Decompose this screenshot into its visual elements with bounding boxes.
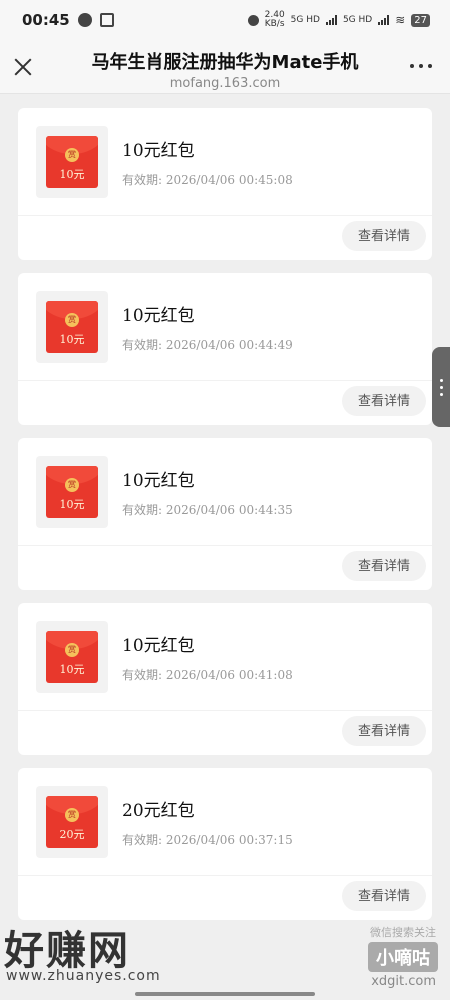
red-packet-card[interactable]: 赏 20元 20元红包有效期: 2026/04/06 00:37:15 查看详情 — [18, 768, 432, 920]
seal-icon: 赏 — [65, 148, 79, 162]
divider — [18, 710, 432, 711]
red-packet-thumbnail: 赏 10元 — [36, 621, 108, 693]
page-url: mofang.163.com — [169, 76, 281, 91]
watermark-url: www.zhuanyes.com — [6, 968, 161, 984]
view-details-button[interactable]: 查看详情 — [342, 386, 426, 416]
divider — [18, 380, 432, 381]
seal-icon: 赏 — [65, 643, 79, 657]
expiry-text: 有效期: 2026/04/06 00:37:15 — [122, 833, 293, 847]
red-packet-thumbnail: 赏 10元 — [36, 126, 108, 198]
signal-icon — [325, 15, 337, 25]
envelope-amount: 10元 — [59, 333, 85, 346]
watermark-url-right: xdgit.com — [371, 974, 436, 989]
envelope-amount: 10元 — [59, 663, 85, 676]
red-packet-thumbnail: 赏 20元 — [36, 786, 108, 858]
red-packet-thumbnail: 赏 10元 — [36, 291, 108, 363]
red-envelope-icon: 赏 20元 — [46, 796, 98, 848]
view-details-button[interactable]: 查看详情 — [342, 716, 426, 746]
red-packet-title: 20元红包 — [122, 801, 195, 821]
red-envelope-icon: 赏 10元 — [46, 466, 98, 518]
seal-icon: 赏 — [65, 808, 79, 822]
page-title: 马年生肖服注册抽华为Mate手机 — [91, 52, 359, 73]
alarm-icon — [247, 14, 259, 26]
red-packet-title: 10元红包 — [122, 141, 195, 161]
title-block: 马年生肖服注册抽华为Mate手机 mofang.163.com — [60, 48, 390, 91]
red-packet-title: 10元红包 — [122, 306, 195, 326]
red-packet-card[interactable]: 赏 10元 10元红包有效期: 2026/04/06 00:41:08 查看详情 — [18, 603, 432, 755]
red-envelope-icon: 赏 10元 — [46, 136, 98, 188]
divider — [18, 215, 432, 216]
network-speed: 2.40 KB/s — [264, 10, 285, 29]
red-packet-title: 10元红包 — [122, 471, 195, 491]
red-packet-card[interactable]: 赏 10元 10元红包有效期: 2026/04/06 00:44:35 查看详情 — [18, 438, 432, 590]
floating-menu-handle[interactable] — [432, 347, 450, 427]
expiry-text: 有效期: 2026/04/06 00:44:35 — [122, 503, 293, 517]
red-envelope-icon: 赏 10元 — [46, 301, 98, 353]
red-packet-card[interactable]: 赏 10元 10元红包有效期: 2026/04/06 00:45:08 查看详情 — [18, 108, 432, 260]
watermark-caption: 微信搜索关注 — [370, 926, 436, 939]
status-bar: 00:45 2.40 KB/s 5G HD 5G HD ≋ 27 — [0, 0, 450, 40]
app-notification-icon — [99, 13, 114, 27]
wifi-icon: ≋ — [395, 13, 406, 27]
page-header: 马年生肖服注册抽华为Mate手机 mofang.163.com — [0, 40, 450, 94]
red-packet-thumbnail: 赏 10元 — [36, 456, 108, 528]
wechat-icon — [77, 13, 92, 27]
expiry-text: 有效期: 2026/04/06 00:44:49 — [122, 338, 293, 352]
seal-icon: 赏 — [65, 478, 79, 492]
red-packet-card[interactable]: 赏 10元 10元红包有效期: 2026/04/06 00:44:49 查看详情 — [18, 273, 432, 425]
view-details-button[interactable]: 查看详情 — [342, 551, 426, 581]
envelope-amount: 20元 — [59, 828, 85, 841]
red-packet-title: 10元红包 — [122, 636, 195, 656]
expiry-text: 有效期: 2026/04/06 00:45:08 — [122, 173, 293, 187]
view-details-button[interactable]: 查看详情 — [342, 221, 426, 251]
watermark-badge: 小嘀咕 — [368, 942, 438, 972]
battery-indicator: 27 — [411, 13, 430, 27]
network-label-1: 5G HD — [290, 15, 320, 25]
divider — [18, 545, 432, 546]
clock: 00:45 — [22, 11, 70, 29]
home-indicator[interactable] — [135, 992, 315, 996]
envelope-amount: 10元 — [59, 168, 85, 181]
envelope-amount: 10元 — [59, 498, 85, 511]
red-packet-list: 赏 10元 10元红包 有效期: 2026/04/06 00:45:08 查看详情赏 10… — [18, 108, 432, 933]
seal-icon: 赏 — [65, 313, 79, 327]
signal-icon — [378, 15, 390, 25]
more-options-icon[interactable] — [410, 64, 432, 68]
view-details-button[interactable]: 查看详情 — [342, 881, 426, 911]
network-label-2: 5G HD — [342, 15, 373, 25]
divider — [18, 875, 432, 876]
red-envelope-icon: 赏 10元 — [46, 631, 98, 683]
expiry-text: 有效期: 2026/04/06 00:41:08 — [122, 668, 293, 682]
close-icon[interactable] — [12, 56, 34, 78]
